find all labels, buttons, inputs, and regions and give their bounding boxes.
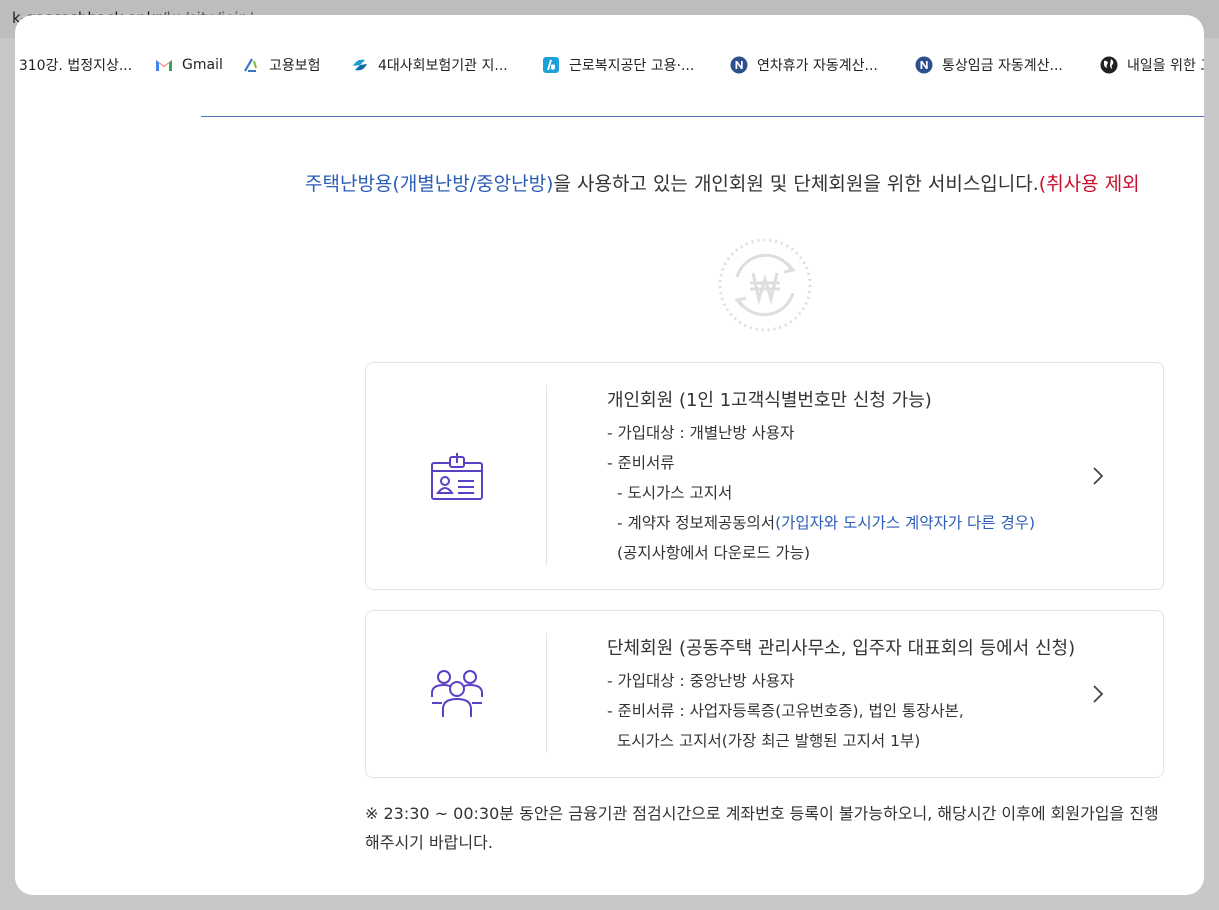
bookmark-label: 1) 310강. 법정지상... (15, 58, 133, 74)
comwel-icon (542, 56, 560, 74)
bookmark-label: 근로복지공단 고용·... (569, 58, 695, 74)
notice-exclusion: (취사용 제외 (1038, 173, 1140, 195)
bookmark-annual-leave-calc[interactable]: 연차휴가 자동계산... (730, 54, 878, 76)
id-card-icon (430, 451, 484, 505)
bookmark-comwel[interactable]: 근로복지공단 고용·... (542, 54, 694, 76)
card-divider (546, 633, 547, 753)
individual-doc-consent-label: - 계약자 정보제공동의서 (617, 514, 776, 532)
chevron-right-icon[interactable] (1091, 465, 1105, 487)
individual-doc-consent: - 계약자 정보제공동의서(가입자와 도시가스 계약자가 다른 경우) (607, 508, 1035, 538)
bookmark-label: Gmail (182, 57, 223, 73)
group-users-icon (430, 667, 484, 721)
bookmark-gmail[interactable]: Gmail (155, 54, 223, 76)
group-docs: - 준비서류 : 사업자등록증(고유번호증), 법인 통장사본, (607, 702, 964, 720)
bookmark-ordinary-wage-calc[interactable]: 통상임금 자동계산... (915, 54, 1063, 76)
group-docs-continued: 도시가스 고지서(가장 최근 발행된 고지서 1부) (617, 732, 921, 750)
bookmark-employment-insurance[interactable]: 고용보험 (242, 54, 321, 76)
bookmarks-bar: 1) 310강. 법정지상... Gmail 고용보험 4대사회보험기관 지..… (15, 38, 1204, 88)
header-divider (201, 116, 1204, 117)
n-icon (915, 56, 933, 74)
notice-highlight: 주택난방용(개별난방/중앙난방) (305, 173, 554, 195)
group-member-card[interactable]: 단체회원 (공동주택 관리사무소, 입주자 대표회의 등에서 신청) - 가입대… (365, 610, 1164, 778)
bookmark-social-insurance[interactable]: 4대사회보험기관 지... (351, 54, 508, 76)
individual-doc-consent-condition: (가입자와 도시가스 계약자가 다른 경우) (775, 514, 1036, 532)
employment-insurance-icon (242, 56, 260, 74)
group-member-text: 단체회원 (공동주택 관리사무소, 입주자 대표회의 등에서 신청) - 가입대… (607, 634, 1075, 756)
gmail-icon (155, 56, 173, 74)
social-insurance-icon (351, 56, 369, 74)
notice-text: 을 사용하고 있는 개인회원 및 단체회원을 위한 서비스입니다. (553, 173, 1039, 195)
bookmark-label: 내일을 위한 고 (1127, 58, 1204, 74)
individual-member-card[interactable]: 개인회원 (1인 1고객식별번호만 신청 가능) - 가입대상 : 개별난방 사… (365, 362, 1164, 590)
n-icon (730, 56, 748, 74)
bookmark-label: 통상임금 자동계산... (942, 58, 1063, 74)
individual-eligibility: - 가입대상 : 개별난방 사용자 (607, 424, 795, 442)
service-notice: 주택난방용(개별난방/중앙난방)을 사용하고 있는 개인회원 및 단체회원을 위… (305, 169, 1140, 196)
individual-member-title: 개인회원 (1인 1고객식별번호만 신청 가능) (607, 390, 932, 411)
card-divider (546, 385, 547, 565)
maintenance-footnote: ※ 23:30 ~ 00:30분 동안은 금융기관 점검시간으로 계좌번호 등록… (365, 804, 1159, 852)
bookmark-label: 4대사회보험기관 지... (378, 58, 508, 74)
individual-doc-download-note: (공지사항에서 다운로드 가능) (617, 544, 811, 562)
bookmark-label: 고용보험 (269, 58, 321, 74)
group-eligibility: - 가입대상 : 중앙난방 사용자 (607, 672, 795, 690)
page-panel: 1) 310강. 법정지상... Gmail 고용보험 4대사회보험기관 지..… (15, 15, 1204, 895)
individual-doc-bill: - 도시가스 고지서 (617, 484, 733, 502)
globe-icon (1100, 56, 1118, 74)
won-cycle-icon (717, 237, 813, 333)
individual-member-text: 개인회원 (1인 1고객식별번호만 신청 가능) - 가입대상 : 개별난방 사… (607, 386, 1035, 568)
chevron-right-icon[interactable] (1091, 683, 1105, 705)
bookmark-label: 연차휴가 자동계산... (757, 58, 878, 74)
bookmark-310[interactable]: 1) 310강. 법정지상... (15, 54, 132, 76)
bookmark-tomorrow[interactable]: 내일을 위한 고 (1100, 54, 1204, 76)
group-member-title: 단체회원 (공동주택 관리사무소, 입주자 대표회의 등에서 신청) (607, 638, 1076, 659)
individual-docs-header: - 준비서류 (607, 454, 675, 472)
